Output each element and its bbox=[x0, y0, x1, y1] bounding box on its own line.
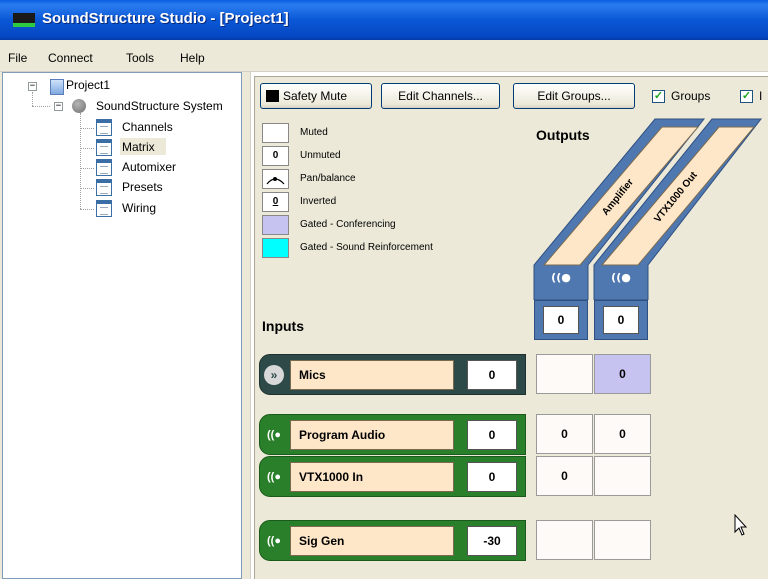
matrix-cell-vtx1000-in-amplifier[interactable]: 0 bbox=[536, 456, 593, 496]
legend-swatch-inverted: 0 bbox=[262, 192, 289, 212]
legend-label-inverted: Inverted bbox=[300, 196, 337, 207]
legend-swatch-gated-reinforcement bbox=[262, 238, 289, 258]
app-window: SoundStructure Studio - [Project1] File … bbox=[0, 0, 768, 579]
tree-line bbox=[80, 209, 94, 210]
presets-page-icon bbox=[96, 179, 112, 196]
input-row-sig-gen[interactable]: ((● Sig Gen -30 bbox=[259, 520, 526, 561]
tree-line bbox=[80, 148, 94, 149]
tree-item-wiring[interactable]: Wiring bbox=[122, 201, 156, 215]
tree-line bbox=[80, 128, 94, 129]
collapse-project-icon[interactable]: − bbox=[28, 82, 37, 91]
groups-checkbox[interactable]: ✓ bbox=[652, 90, 665, 103]
matrix-legend: Muted 0 Unmuted Pan/balance 0 Inverted G… bbox=[262, 120, 498, 262]
tree-line bbox=[80, 168, 94, 169]
tree-item-channels[interactable]: Channels bbox=[122, 120, 173, 134]
inputs-title: Inputs bbox=[262, 318, 304, 334]
menu-bar: File Connect Tools Help bbox=[0, 40, 768, 72]
collapse-system-icon[interactable]: − bbox=[54, 102, 63, 111]
second-checkbox[interactable]: ✓ bbox=[740, 90, 753, 103]
input-row-mics[interactable]: » Mics 0 bbox=[259, 354, 526, 395]
window-title: SoundStructure Studio - [Project1] bbox=[42, 10, 289, 27]
edit-groups-button[interactable]: Edit Groups... bbox=[513, 83, 635, 109]
matrix-cell-mics-amplifier[interactable] bbox=[536, 354, 593, 394]
automixer-page-icon bbox=[96, 159, 112, 176]
tree-item-presets[interactable]: Presets bbox=[122, 180, 163, 194]
legend-label-unmuted: Unmuted bbox=[300, 150, 341, 161]
output-gain-vtx1000-out-value[interactable]: 0 bbox=[603, 306, 639, 334]
output-gain-amplifier-value[interactable]: 0 bbox=[543, 306, 579, 334]
legend-label-pan: Pan/balance bbox=[300, 173, 356, 184]
input-row-program-audio[interactable]: ((● Program Audio 0 bbox=[259, 414, 526, 455]
edit-channels-button[interactable]: Edit Channels... bbox=[381, 83, 500, 109]
legend-label-gated-reinforcement: Gated - Sound Reinforcement bbox=[300, 242, 433, 253]
menu-tools[interactable]: Tools bbox=[126, 51, 154, 65]
signal-wave-icon: ((● bbox=[267, 429, 281, 441]
menu-connect[interactable]: Connect bbox=[48, 51, 93, 65]
tree-item-matrix[interactable]: Matrix bbox=[122, 140, 155, 154]
matrix-page-icon bbox=[96, 139, 112, 156]
matrix-cell-program-audio-amplifier[interactable]: 0 bbox=[536, 414, 593, 454]
mouse-pointer-icon bbox=[734, 514, 748, 536]
input-row-vtx1000-in[interactable]: ((● VTX1000 In 0 bbox=[259, 456, 526, 497]
project-icon bbox=[50, 79, 64, 95]
app-icon bbox=[13, 13, 35, 27]
input-name-vtx1000-in[interactable]: VTX1000 In bbox=[290, 462, 454, 492]
input-name-sig-gen[interactable]: Sig Gen bbox=[290, 526, 454, 556]
tree-item-automixer[interactable]: Automixer bbox=[122, 160, 176, 174]
matrix-cell-sig-gen-amplifier[interactable] bbox=[536, 520, 593, 560]
tree-line bbox=[32, 92, 33, 106]
matrix-cell-program-audio-vtx1000-out[interactable]: 0 bbox=[594, 414, 651, 454]
safety-mute-indicator-icon bbox=[266, 90, 279, 102]
second-checkbox-label: I bbox=[759, 89, 763, 103]
input-gain-sig-gen[interactable]: -30 bbox=[467, 526, 517, 556]
title-bar[interactable]: SoundStructure Studio - [Project1] bbox=[0, 0, 768, 40]
input-gain-program-audio[interactable]: 0 bbox=[467, 420, 517, 450]
chevron-double-down-icon[interactable]: » bbox=[264, 365, 284, 385]
legend-swatch-muted bbox=[262, 123, 289, 143]
pan-arc-icon bbox=[266, 177, 285, 185]
signal-wave-icon: ((● bbox=[267, 535, 281, 547]
legend-swatch-gated-conferencing bbox=[262, 215, 289, 235]
groups-checkbox-label: Groups bbox=[671, 89, 711, 103]
matrix-cell-sig-gen-vtx1000-out[interactable] bbox=[594, 520, 651, 560]
wiring-page-icon bbox=[96, 200, 112, 217]
input-gain-mics[interactable]: 0 bbox=[467, 360, 517, 390]
tree-line bbox=[32, 106, 50, 107]
legend-label-muted: Muted bbox=[300, 127, 328, 138]
output-gain-amplifier: 0 bbox=[534, 300, 588, 340]
channels-page-icon bbox=[96, 119, 112, 136]
output-signal-icon: ((● bbox=[611, 271, 631, 284]
panel-splitter[interactable] bbox=[243, 72, 249, 579]
safety-mute-label: Safety Mute bbox=[283, 89, 348, 103]
matrix-cell-vtx1000-in-vtx1000-out[interactable] bbox=[594, 456, 651, 496]
tree-item-system[interactable]: SoundStructure System bbox=[96, 99, 223, 113]
tree-line bbox=[80, 188, 94, 189]
input-name-mics[interactable]: Mics bbox=[290, 360, 454, 390]
signal-wave-icon: ((● bbox=[267, 471, 281, 483]
tree-item-project[interactable]: Project1 bbox=[66, 78, 110, 92]
matrix-cell-mics-vtx1000-out[interactable]: 0 bbox=[594, 354, 651, 394]
output-signal-icon: ((● bbox=[551, 271, 571, 284]
menu-help[interactable]: Help bbox=[180, 51, 205, 65]
input-name-program-audio[interactable]: Program Audio bbox=[290, 420, 454, 450]
system-icon bbox=[72, 99, 86, 113]
input-gain-vtx1000-in[interactable]: 0 bbox=[467, 462, 517, 492]
output-headers: Amplifier ((● VTX1000 Out ((● bbox=[533, 118, 763, 300]
legend-swatch-unmuted: 0 bbox=[262, 146, 289, 166]
legend-swatch-pan bbox=[262, 169, 289, 189]
output-gain-vtx1000-out: 0 bbox=[594, 300, 648, 340]
menu-file[interactable]: File bbox=[8, 51, 27, 65]
legend-label-gated-conferencing: Gated - Conferencing bbox=[300, 219, 396, 230]
